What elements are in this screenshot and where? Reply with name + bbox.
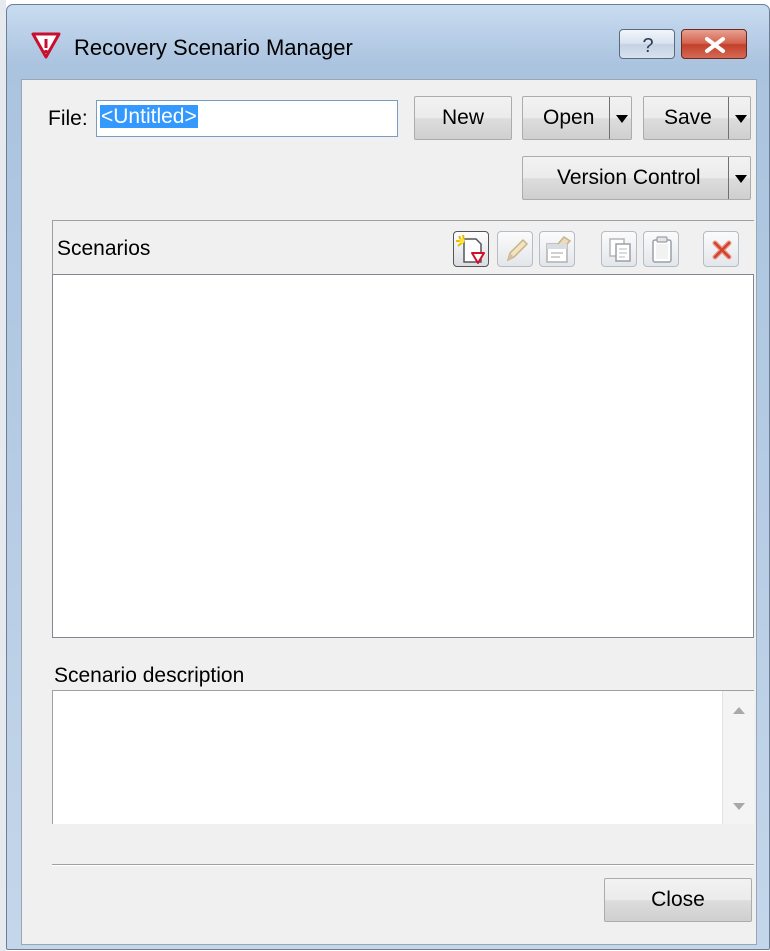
- close-button[interactable]: Close: [604, 878, 752, 922]
- copy-scenario-button[interactable]: [601, 231, 637, 267]
- new-scenario-icon: [456, 234, 485, 264]
- properties-icon: [546, 236, 572, 263]
- paste-icon: [652, 236, 672, 263]
- save-split-button[interactable]: Save: [643, 96, 751, 140]
- description-scrollbar[interactable]: [722, 691, 754, 824]
- window-title: Recovery Scenario Manager: [74, 35, 353, 60]
- dialog-body: File: <Untitled> New Open Save Version C…: [21, 79, 757, 945]
- open-dropdown-arrow-icon[interactable]: [609, 97, 631, 139]
- save-button-label: Save: [664, 106, 712, 129]
- scenario-description-label: Scenario description: [54, 664, 245, 687]
- copy-icon: [609, 238, 631, 262]
- open-split-button[interactable]: Open: [522, 96, 632, 140]
- warning-triangle-icon: [31, 31, 61, 59]
- scenario-properties-button[interactable]: [539, 231, 575, 267]
- footer-divider: [52, 864, 754, 866]
- delete-icon: [712, 240, 732, 260]
- scenarios-panel: Scenarios: [52, 220, 754, 638]
- help-button[interactable]: ?: [619, 29, 675, 59]
- recovery-scenario-manager-window: Recovery Scenario Manager ? File: <Untit…: [6, 4, 770, 950]
- help-icon: ?: [642, 35, 653, 57]
- close-icon: [705, 37, 725, 53]
- file-name-value: <Untitled>: [100, 105, 198, 128]
- file-name-input[interactable]: <Untitled>: [96, 100, 398, 137]
- window-close-button[interactable]: [681, 29, 747, 59]
- scenarios-label: Scenarios: [57, 237, 151, 260]
- scroll-down-arrow-icon[interactable]: [733, 803, 745, 810]
- save-dropdown-arrow-icon[interactable]: [728, 97, 750, 139]
- edit-icon: [506, 238, 529, 262]
- delete-scenario-button[interactable]: [703, 231, 739, 267]
- svg-text:?: ?: [642, 35, 653, 57]
- file-label: File:: [48, 107, 88, 130]
- scenarios-header: Scenarios: [52, 220, 754, 274]
- new-scenario-button[interactable]: [453, 231, 489, 267]
- edit-scenario-button[interactable]: [497, 231, 533, 267]
- open-button-label: Open: [543, 106, 595, 129]
- scenarios-list[interactable]: [52, 274, 754, 638]
- scroll-up-arrow-icon[interactable]: [733, 707, 745, 714]
- paste-scenario-button[interactable]: [643, 231, 679, 267]
- version-control-label: Version Control: [557, 166, 701, 189]
- version-control-dropdown-arrow-icon[interactable]: [728, 157, 750, 199]
- version-control-split-button[interactable]: Version Control: [522, 156, 751, 200]
- scenario-description-field[interactable]: [52, 690, 754, 824]
- new-button[interactable]: New: [414, 96, 512, 140]
